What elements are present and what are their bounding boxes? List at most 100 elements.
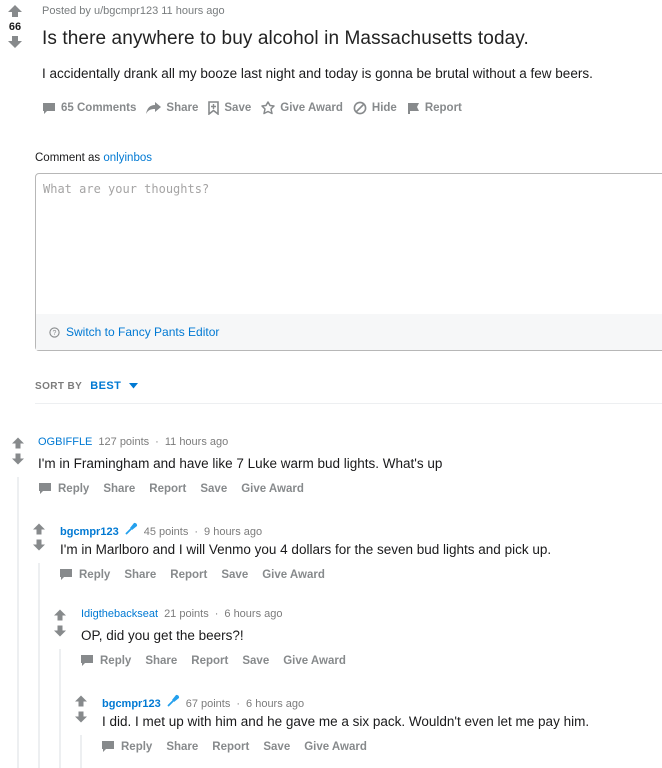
save-label: Save	[224, 102, 252, 114]
comment-points: 45 points	[143, 526, 189, 538]
report-button[interactable]: Report	[212, 741, 249, 753]
comment-editor: ? Switch to Fancy Pants Editor	[35, 173, 662, 351]
give-award-button[interactable]: Give Award	[304, 741, 367, 753]
post-action-bar: 65 Comments Share Save Give Award Hide R…	[42, 101, 462, 115]
comment-points: 21 points	[164, 608, 209, 620]
share-icon	[146, 102, 162, 114]
reply-label: Reply	[79, 568, 111, 581]
help-icon: ?	[49, 326, 60, 338]
comment-vote-column	[52, 609, 68, 641]
award-icon	[261, 101, 275, 115]
reply-button[interactable]: Reply	[80, 654, 131, 667]
comment-header: bgcmpr123 45 points · 9 hours ago	[60, 522, 262, 538]
give-award-button[interactable]: Give Award	[262, 569, 325, 581]
comment-time[interactable]: 6 hours ago	[224, 608, 282, 620]
post-title[interactable]: Is there anywhere to buy alcohol in Mass…	[42, 28, 529, 50]
upvote-icon[interactable]	[52, 609, 68, 621]
post-body: I accidentally drank all my booze last n…	[42, 66, 593, 81]
sort-dropdown[interactable]: BEST	[90, 380, 121, 392]
comment-icon	[102, 741, 114, 752]
comment-icon	[43, 102, 55, 114]
comment-time[interactable]: 9 hours ago	[204, 526, 262, 538]
current-username[interactable]: onlyinbos	[103, 152, 152, 164]
comment-as-line: Comment as onlyinbos	[35, 152, 152, 164]
post-vote-column: 66	[4, 4, 26, 49]
hide-icon	[353, 101, 367, 115]
report-button[interactable]: Report	[191, 655, 228, 667]
comment-body: I did. I met up with him and he gave me …	[102, 714, 590, 729]
comment-action-bar: Reply Share Report Save Give Award	[59, 568, 325, 581]
reply-label: Reply	[121, 740, 153, 753]
comment-textarea[interactable]	[43, 182, 643, 302]
give-award-button[interactable]: Give Award	[283, 655, 346, 667]
comment-body: I'm in Framingham and have like 7 Luke w…	[38, 456, 443, 471]
separator-dot: ·	[155, 436, 159, 448]
reply-button[interactable]: Reply	[59, 568, 110, 581]
comment-author[interactable]: bgcmpr123	[102, 698, 161, 710]
sort-bar: SORT BY BEST	[35, 380, 139, 392]
comment-author[interactable]: bgcmpr123	[60, 526, 119, 538]
report-button[interactable]: Report	[149, 483, 186, 495]
upvote-icon[interactable]	[10, 437, 26, 449]
thread-line[interactable]	[38, 563, 40, 768]
downvote-icon[interactable]	[10, 453, 26, 465]
switch-editor-link[interactable]: Switch to Fancy Pants Editor	[66, 325, 219, 339]
thread-line[interactable]	[59, 649, 61, 768]
share-label: Share	[166, 102, 199, 114]
separator-dot: ·	[236, 698, 241, 710]
editor-footer: ? Switch to Fancy Pants Editor	[36, 314, 662, 350]
separator-dot: ·	[214, 608, 219, 620]
thread-line[interactable]	[17, 477, 19, 768]
report-button[interactable]: Report	[170, 569, 207, 581]
comment-author[interactable]: OGBIFFLE	[38, 436, 92, 448]
reply-button[interactable]: Reply	[101, 740, 152, 753]
comment-time[interactable]: 11 hours ago	[165, 436, 228, 448]
op-mic-icon	[167, 694, 179, 707]
downvote-icon[interactable]	[73, 711, 89, 723]
comment-vote-column	[31, 523, 47, 555]
post-score: 66	[8, 21, 22, 33]
share-button[interactable]: Share	[103, 483, 135, 495]
share-button[interactable]: Share	[124, 569, 156, 581]
downvote-icon[interactable]	[4, 35, 26, 49]
give-award-button[interactable]: Give Award	[241, 483, 304, 495]
caret-down-icon[interactable]	[129, 383, 139, 389]
save-button[interactable]: Save	[221, 569, 248, 581]
reply-label: Reply	[100, 654, 132, 667]
upvote-icon[interactable]	[31, 523, 47, 535]
upvote-icon[interactable]	[73, 695, 89, 707]
reply-button[interactable]: Reply	[38, 482, 89, 495]
comment-action-bar: Reply Share Report Save Give Award	[38, 482, 304, 495]
share-button[interactable]: Share	[166, 741, 198, 753]
comment-vote-column	[10, 437, 26, 469]
thread-line[interactable]	[80, 735, 82, 768]
comment-header: Idigthebackseat 21 points · 6 hours ago	[81, 608, 283, 620]
flag-icon	[407, 102, 419, 114]
comment-time[interactable]: 6 hours ago	[246, 698, 304, 710]
save-button[interactable]: Save	[242, 655, 269, 667]
upvote-icon[interactable]	[4, 4, 26, 18]
save-button[interactable]: Save	[263, 741, 290, 753]
divider	[35, 403, 662, 404]
svg-text:?: ?	[53, 330, 57, 337]
share-button[interactable]: Share	[145, 655, 177, 667]
save-button[interactable]: Save	[208, 101, 251, 115]
downvote-icon[interactable]	[31, 539, 47, 551]
comment-action-bar: Reply Share Report Save Give Award	[80, 654, 346, 667]
comment-as-prefix: Comment as	[35, 152, 101, 164]
save-button[interactable]: Save	[200, 483, 227, 495]
comment-body: OP, did you get the beers?!	[81, 628, 244, 643]
comments-button[interactable]: 65 Comments	[42, 102, 136, 115]
comment-action-bar: Reply Share Report Save Give Award	[101, 740, 367, 753]
bookmark-icon	[208, 101, 220, 115]
share-button[interactable]: Share	[146, 102, 198, 114]
give-award-button[interactable]: Give Award	[261, 101, 343, 115]
comment-author[interactable]: Idigthebackseat	[81, 608, 158, 620]
separator-dot: ·	[194, 526, 199, 538]
sort-by-label: SORT BY	[35, 380, 83, 392]
downvote-icon[interactable]	[52, 625, 68, 637]
hide-button[interactable]: Hide	[353, 101, 397, 115]
comments-count-label: 65 Comments	[61, 102, 137, 114]
comment-icon	[60, 569, 72, 580]
report-button[interactable]: Report	[407, 102, 462, 115]
